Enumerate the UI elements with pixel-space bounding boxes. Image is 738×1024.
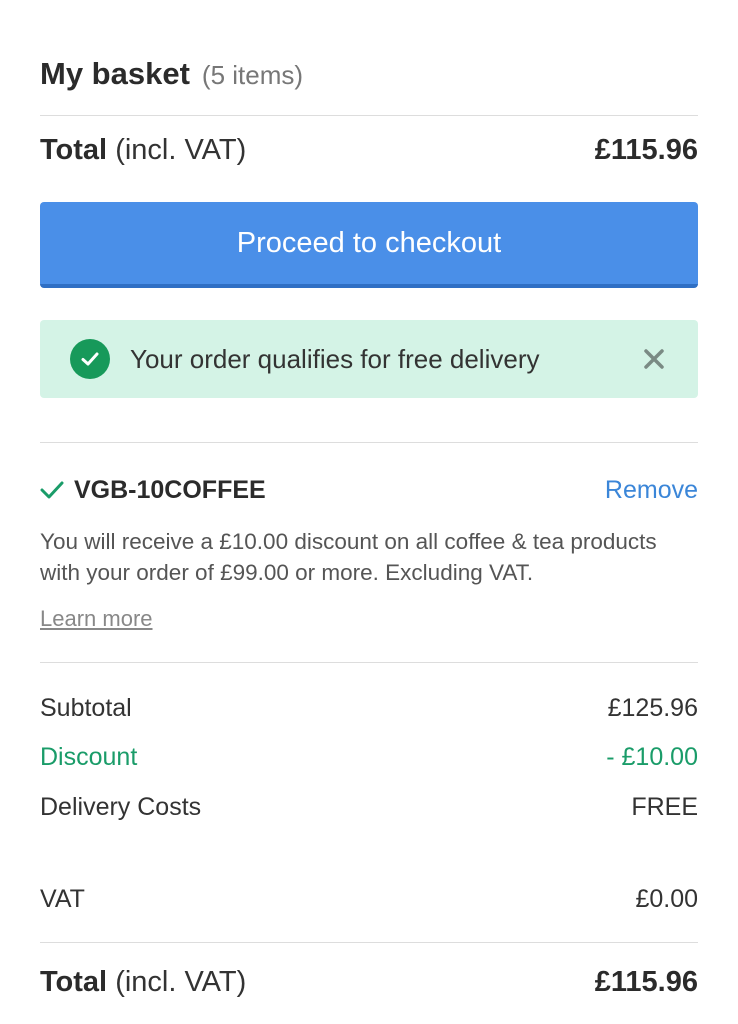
page-title: My basket — [40, 56, 190, 91]
learn-more-link[interactable]: Learn more — [40, 606, 153, 632]
coupon-description: You will receive a £10.00 discount on al… — [40, 529, 657, 585]
vat-value: £0.00 — [635, 884, 698, 913]
basket-header: My basket (5 items) — [40, 56, 698, 96]
delivery-row: Delivery Costs FREE — [40, 789, 698, 825]
divider — [40, 662, 698, 663]
vat-label: VAT — [40, 884, 85, 913]
close-icon[interactable] — [640, 345, 668, 373]
divider — [40, 442, 698, 443]
item-count: (5 items) — [201, 60, 304, 90]
delivery-label: Delivery Costs — [40, 792, 202, 821]
total-value: £115.96 — [594, 133, 698, 166]
total-value: £115.96 — [594, 965, 698, 998]
total-row-top: Total (incl. VAT) £115.96 — [40, 130, 698, 170]
discount-label: Discount — [40, 742, 138, 771]
delivery-value: FREE — [631, 792, 698, 821]
total-label: Total (incl. VAT) — [40, 965, 247, 998]
proceed-to-checkout-button[interactable]: Proceed to checkout — [40, 202, 698, 288]
coupon-code: VGB-10COFFEE — [40, 476, 266, 505]
remove-coupon-link[interactable]: Remove — [605, 476, 698, 505]
subtotal-row: Subtotal £125.96 — [40, 690, 698, 726]
coupon-row: VGB-10COFFEE Remove — [40, 472, 698, 508]
notice-text: Your order qualifies for free delivery — [130, 343, 540, 374]
discount-value: - £10.00 — [606, 742, 698, 771]
free-delivery-notice: Your order qualifies for free delivery — [40, 320, 698, 398]
basket-page: My basket (5 items) Total (incl. VAT) £1… — [0, 0, 738, 1024]
discount-row: Discount - £10.00 — [40, 739, 698, 775]
total-row-bottom: Total (incl. VAT) £115.96 — [40, 962, 698, 1002]
subtotal-label: Subtotal — [40, 693, 132, 722]
check-circle-icon — [70, 339, 110, 379]
divider — [40, 942, 698, 943]
total-label: Total (incl. VAT) — [40, 133, 247, 166]
vat-row: VAT £0.00 — [40, 881, 698, 917]
check-icon — [40, 481, 64, 499]
subtotal-value: £125.96 — [607, 693, 698, 722]
divider — [40, 115, 698, 116]
